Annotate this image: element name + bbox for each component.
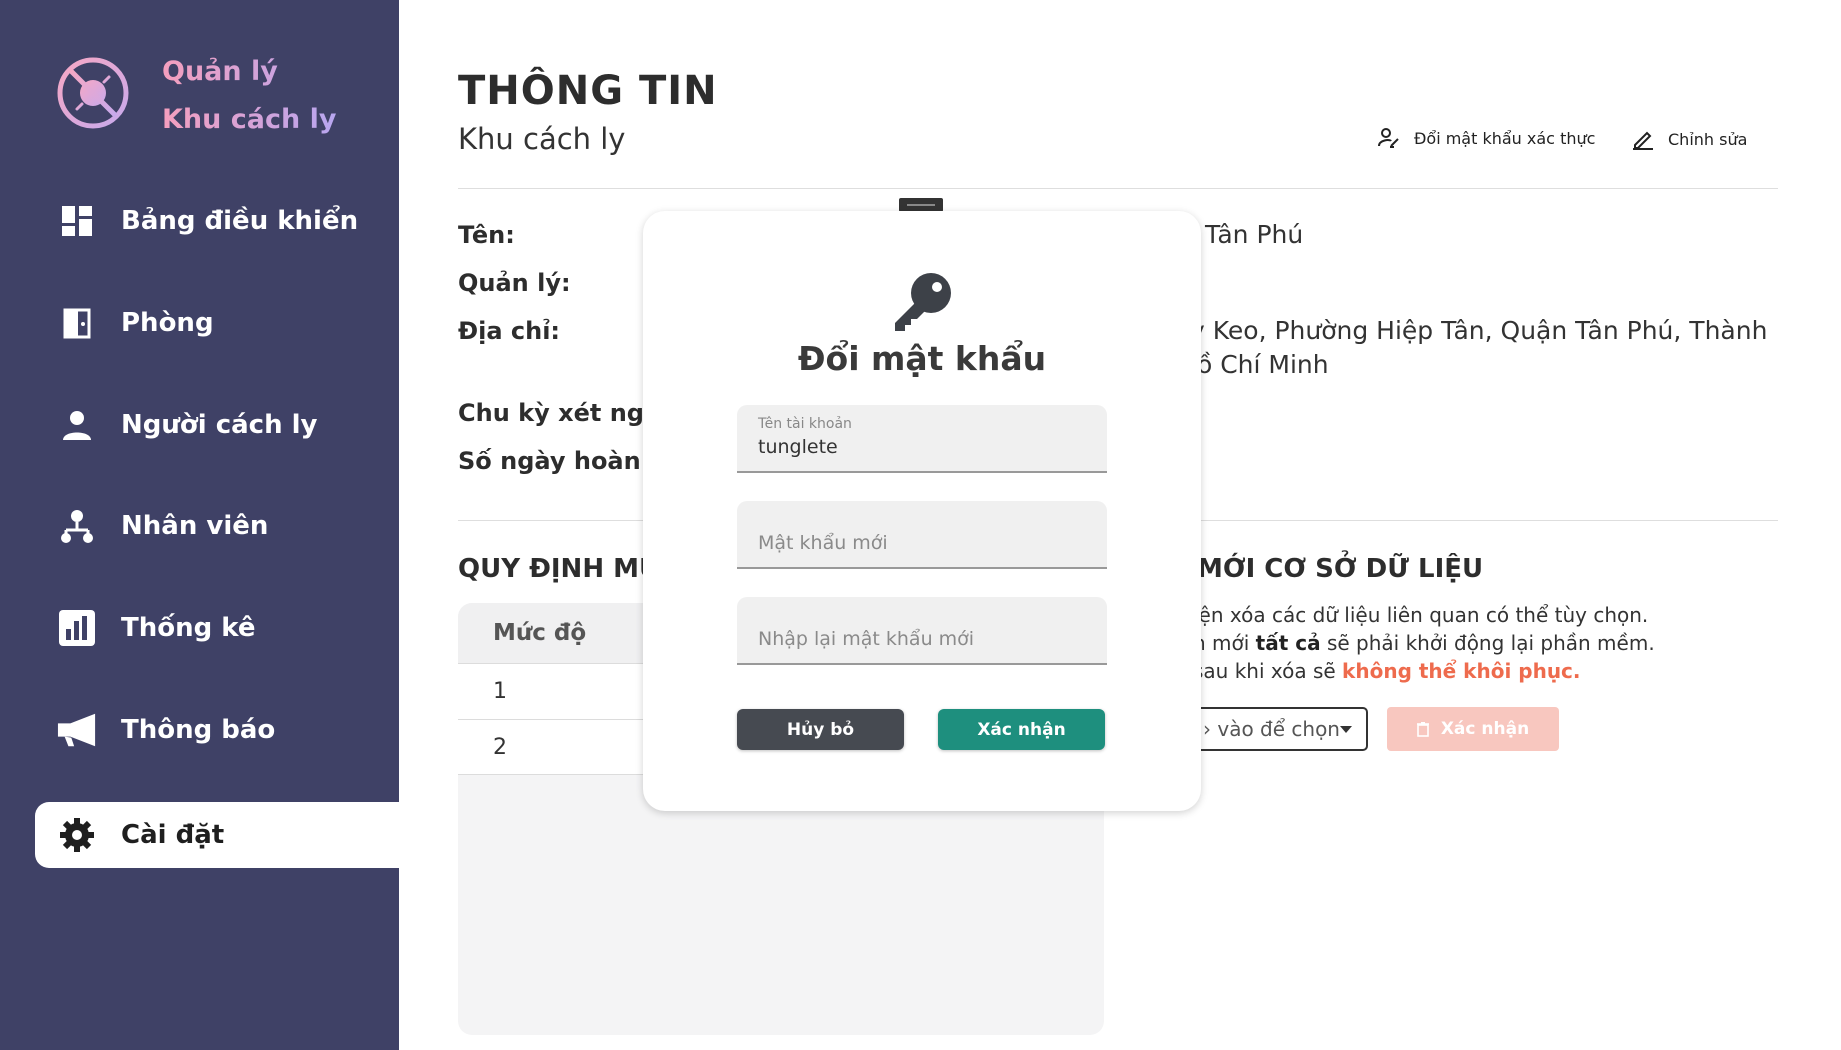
info-name-value: Tân Phú [1205,220,1304,249]
sidebar-item-label: Cài đặt [121,820,225,850]
db-reset-desc-2-post: sẽ phải khởi động lại phần mềm. [1320,631,1655,655]
info-address-line-2: lồ Chí Minh [1190,350,1329,379]
table-cell-level: 1 [493,679,507,704]
db-reset-confirm-label: Xác nhận [1440,719,1530,739]
modal-drag-handle[interactable] [899,198,943,212]
trash-icon [1416,721,1429,737]
db-reset-select[interactable]: › vào để chọn [1193,707,1368,751]
sidebar-item-label: Phòng [121,308,214,338]
cancel-button[interactable]: Hủy bỏ [737,709,904,750]
info-manager-label: Quản lý: [458,269,571,297]
brand-line-1: Quản lý [162,56,278,87]
db-reset-confirm-button[interactable]: Xác nhận [1387,707,1559,751]
dialog-title: Đổi mật khẩu [797,339,1047,378]
table-cell-level: 2 [493,734,507,760]
chevron-down-icon [1340,726,1352,733]
db-reset-desc-2-pre: n mới [1193,631,1256,655]
db-reset-select-placeholder: › vào để chọn [1203,717,1340,741]
sidebar-item-statistics[interactable]: Thống kê [35,595,399,661]
username-field[interactable]: Tên tài khoản tunglete [737,405,1107,473]
gear-icon [57,815,97,855]
sidebar-item-settings[interactable]: Cài đặt [35,802,399,868]
db-reset-desc-2: n mới tất cả sẽ phải khởi động lại phần … [1193,631,1655,655]
key-icon [895,273,951,331]
virus-ban-logo-icon [57,57,129,129]
db-reset-desc-3-pre: sau khi xóa sẽ [1193,659,1343,683]
sidebar-item-quarantined-people[interactable]: Người cách ly [35,392,399,458]
confirm-button[interactable]: Xác nhận [938,709,1105,750]
username-field-label: Tên tài khoản [758,416,852,432]
sidebar: Quản lý Khu cách ly Bảng điều khiển Phòn… [0,0,399,1050]
db-reset-warning: không thể khôi phục. [1342,659,1581,683]
change-auth-password-label: Đổi mật khẩu xác thực [1414,128,1596,148]
new-password-placeholder: Mật khẩu mới [758,532,888,554]
staff-icon [57,506,97,546]
change-auth-password-button[interactable]: Đổi mật khẩu xác thực [1378,128,1595,148]
new-password-field[interactable]: Mật khẩu mới [737,501,1107,569]
sidebar-item-dashboard[interactable]: Bảng điều khiển [35,188,399,254]
sidebar-item-room[interactable]: Phòng [35,290,399,356]
confirm-password-placeholder: Nhập lại mật khẩu mới [758,628,975,650]
edit-label: Chỉnh sửa [1668,129,1748,149]
info-address-label: Địa chỉ: [458,317,561,345]
sidebar-item-label: Người cách ly [121,410,318,440]
db-reset-desc-2-bold: tất cả [1255,631,1321,655]
db-reset-desc-3: sau khi xóa sẽ không thể khôi phục. [1193,659,1581,683]
sidebar-item-label: Nhân viên [121,511,269,541]
username-field-value: tunglete [758,436,838,458]
room-icon [57,303,97,343]
sidebar-item-staff[interactable]: Nhân viên [35,493,399,559]
change-password-dialog: Đổi mật khẩu Tên tài khoản tunglete Mật … [643,211,1201,811]
sidebar-item-label: Thống kê [121,613,256,643]
info-name-label: Tên: [458,221,515,249]
brand-title: Quản lý Khu cách ly [162,48,336,144]
page-title: THÔNG TIN [458,68,718,114]
header-divider [458,188,1778,189]
edit-button[interactable]: Chỉnh sửa [1632,128,1747,150]
page-subtitle: Khu cách ly [458,122,626,156]
rules-section-title: QUY ĐỊNH MỨ [458,554,661,584]
chart-icon [57,608,97,648]
person-icon [57,405,97,445]
sidebar-item-notifications[interactable]: Thông báo [35,697,399,763]
dashboard-icon [57,201,97,241]
db-reset-section-title: MỚI CƠ SỞ DỮ LIỆU [1197,554,1484,584]
brand-line-2: Khu cách ly [162,104,337,135]
db-reset-desc-1: iện xóa các dữ liệu liên quan có thể tùy… [1193,603,1649,627]
confirm-password-field[interactable]: Nhập lại mật khẩu mới [737,597,1107,665]
sidebar-item-label: Thông báo [121,715,276,745]
info-address-line-1: y Keo, Phường Hiệp Tân, Quận Tân Phú, Th… [1190,316,1768,345]
sidebar-item-label: Bảng điều khiển [121,206,359,236]
pencil-icon [1633,131,1653,150]
user-edit-icon [1378,128,1399,148]
info-test-cycle-label: Chu kỳ xét ngh [458,399,662,427]
megaphone-icon [57,710,97,750]
